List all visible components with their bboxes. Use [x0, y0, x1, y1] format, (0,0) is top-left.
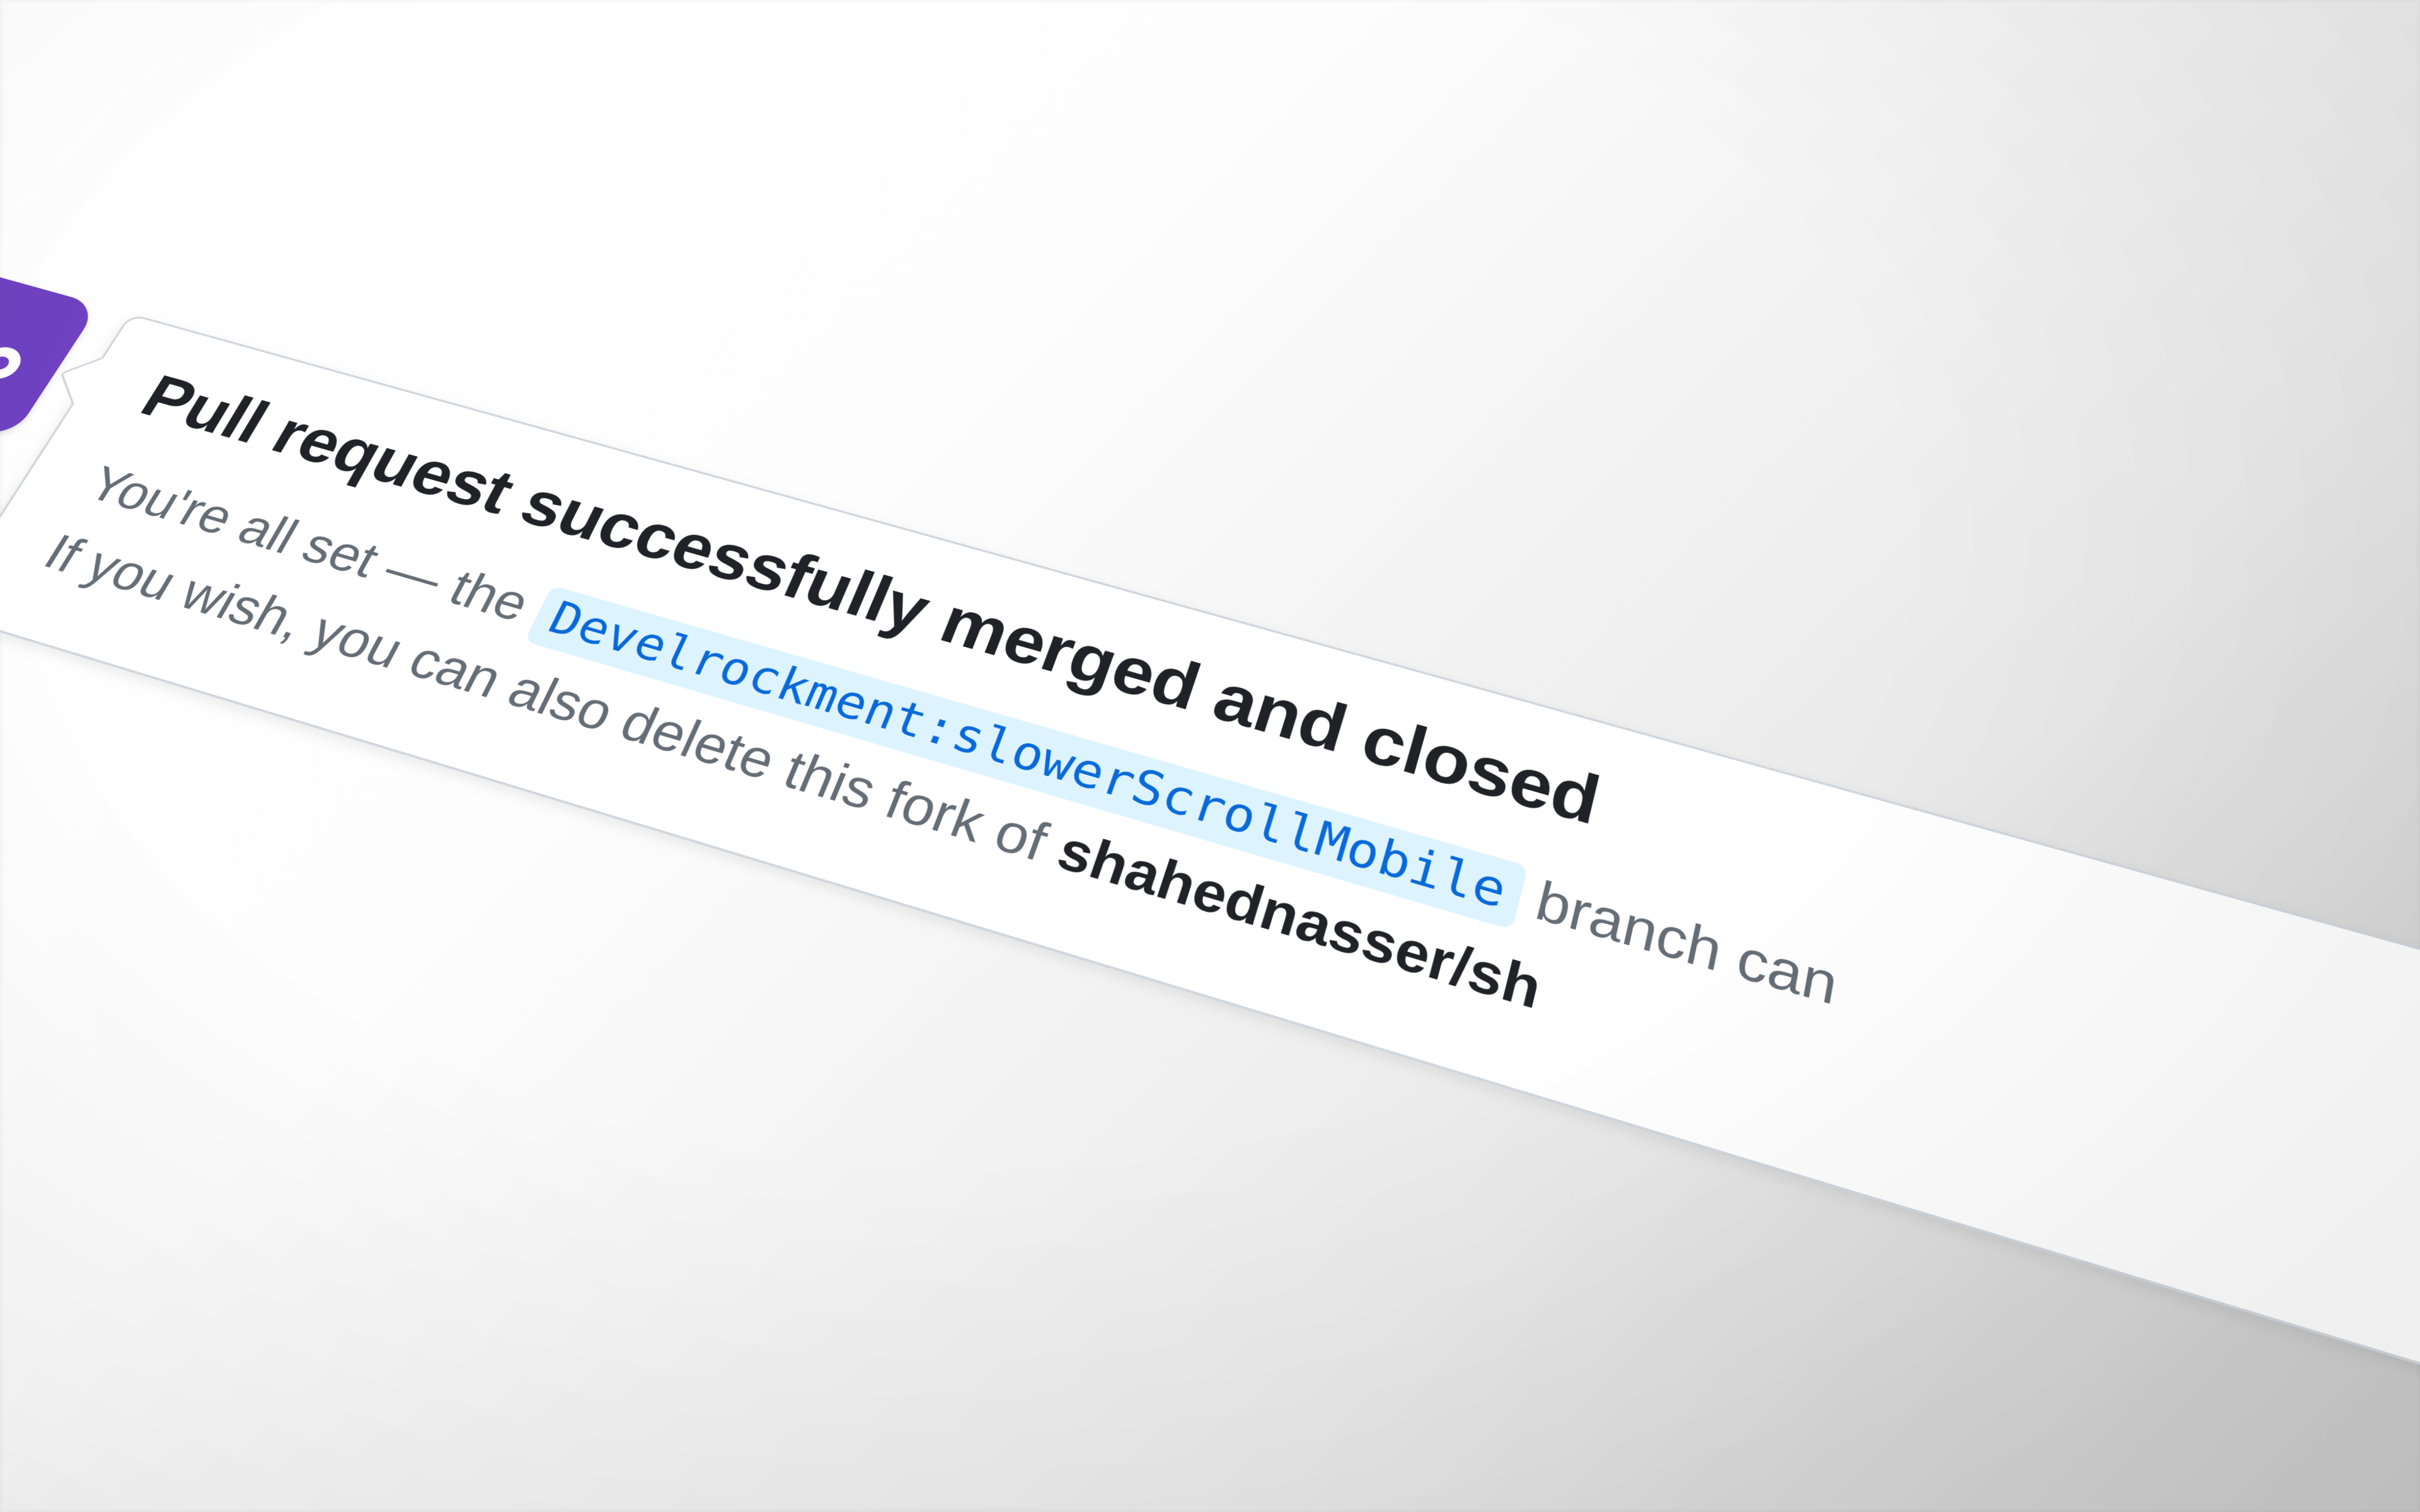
screenshot-frame: Pull request successfully merged and clo…: [0, 0, 2420, 1512]
perspective-stage: Pull request successfully merged and clo…: [0, 263, 2420, 1491]
merge-status-card: Pull request successfully merged and clo…: [0, 313, 2420, 1491]
merge-status-row: Pull request successfully merged and clo…: [0, 263, 2420, 1491]
git-merge-icon: [0, 292, 60, 409]
